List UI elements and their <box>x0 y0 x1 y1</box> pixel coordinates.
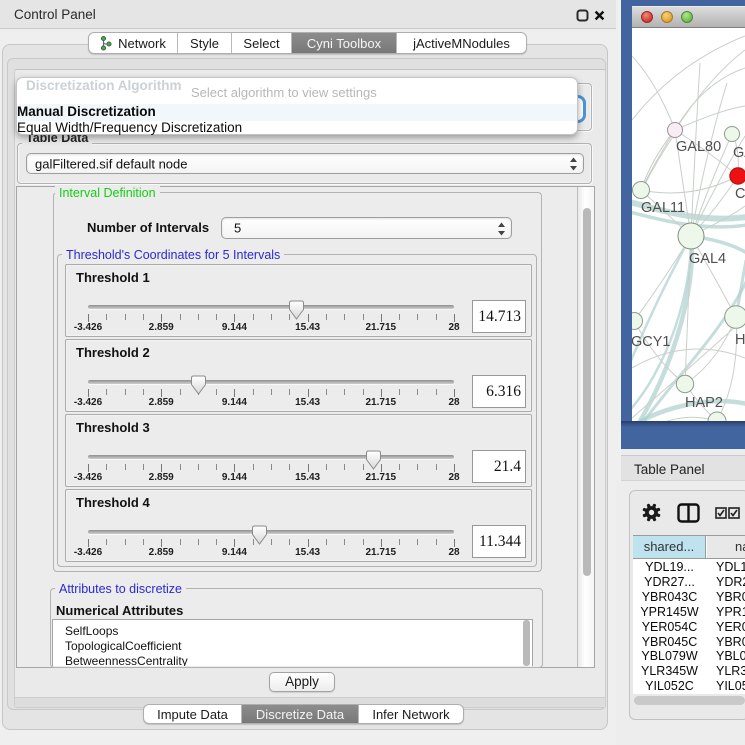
svg-text:HAP2: HAP2 <box>685 395 723 411</box>
svg-text:GAL4: GAL4 <box>689 251 726 267</box>
svg-text:HA: HA <box>735 332 745 348</box>
svg-text:GAL11: GAL11 <box>641 200 685 216</box>
svg-text:GA: GA <box>733 145 745 161</box>
svg-text:CA: CA <box>735 186 745 202</box>
svg-text:GAL80: GAL80 <box>676 139 721 155</box>
svg-text:GCY1: GCY1 <box>632 334 671 350</box>
